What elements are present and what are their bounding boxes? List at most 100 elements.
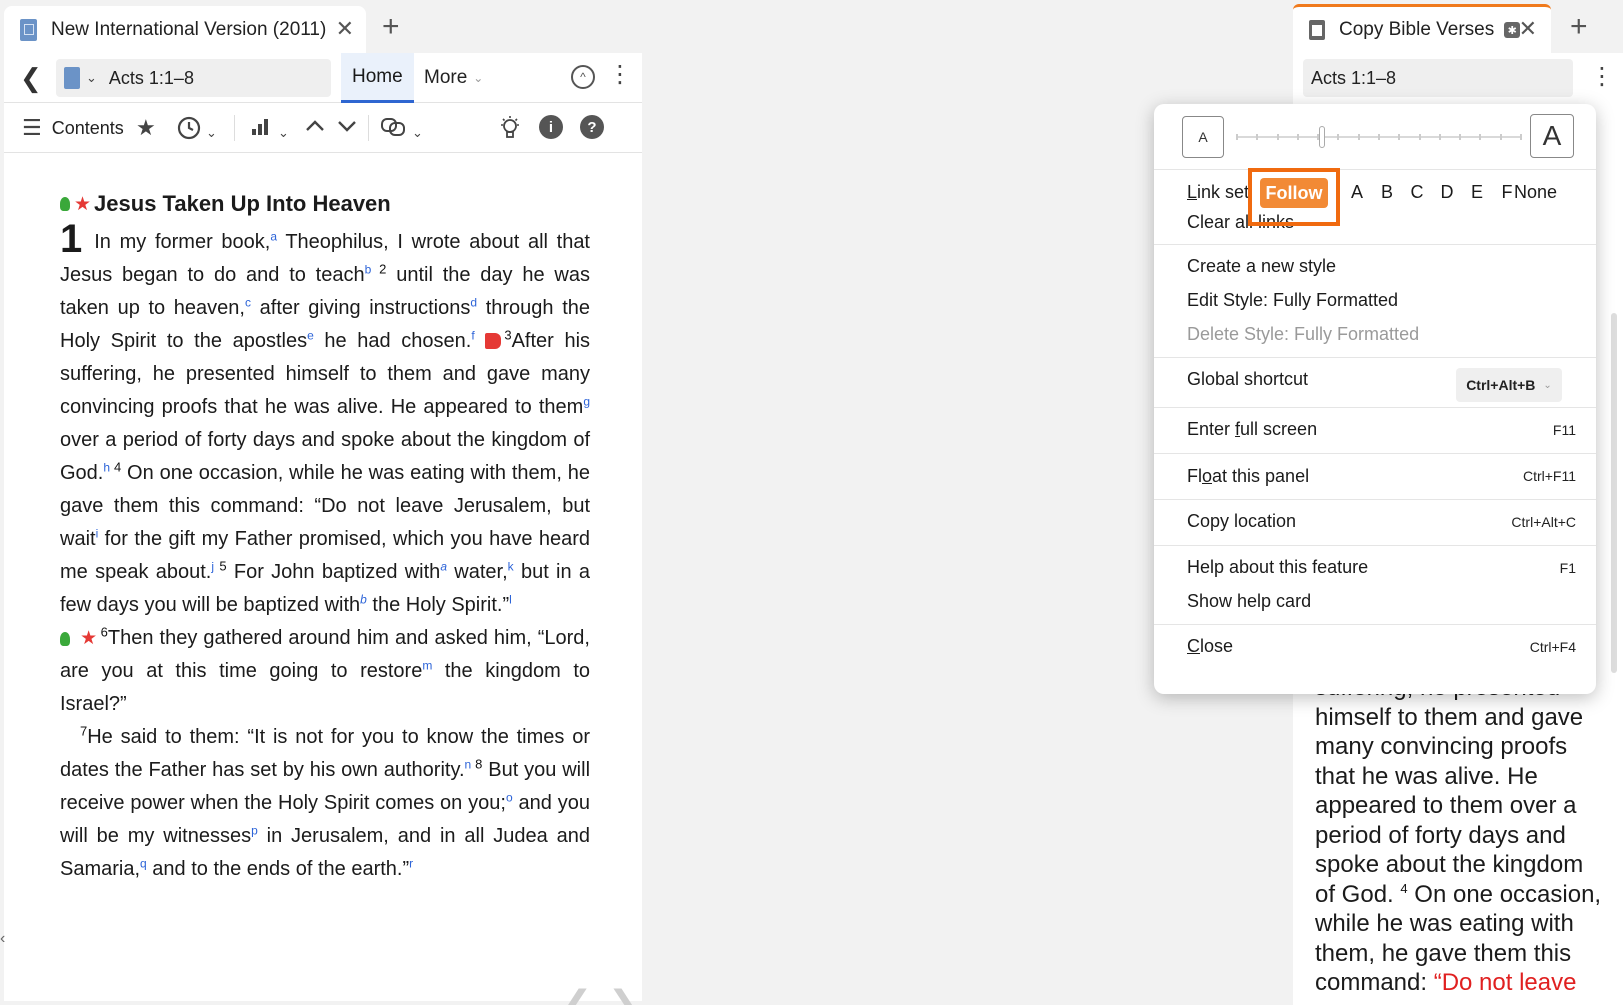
arrow-down-icon[interactable]	[336, 115, 358, 143]
verse-text: and to the ends of the earth.”	[146, 858, 410, 880]
menu-divider	[1154, 624, 1596, 625]
bible-panel: ❮ ⌄ Acts 1:1–8 Home More ⌄ ^ ⋮ ☰ Content…	[4, 53, 642, 1005]
previous-page-icon[interactable]: ❮	[562, 983, 592, 1005]
footnote-link[interactable]: r	[409, 856, 413, 870]
footnote-link[interactable]: g	[583, 394, 590, 408]
footnote-link[interactable]: e	[307, 328, 314, 342]
create-style-item[interactable]: Create a new style	[1187, 256, 1336, 277]
link-set-label-text: ink set	[1197, 182, 1250, 202]
slider-handle[interactable]	[1318, 126, 1325, 148]
toolbar-divider	[368, 115, 369, 141]
tab-title: New International Version (2011)	[51, 18, 327, 40]
tab-copy-bible-verses[interactable]: Copy Bible Verses ✱ ✕	[1293, 4, 1551, 53]
footnote-link[interactable]: a	[270, 229, 277, 243]
collapse-handle-icon[interactable]: ‹	[0, 930, 5, 948]
book-icon	[20, 18, 37, 41]
edit-style-item[interactable]: Edit Style: Fully Formatted	[1187, 290, 1398, 311]
close-item[interactable]: Close	[1187, 636, 1233, 657]
lightbulb-marker-icon[interactable]	[60, 631, 70, 646]
menu-divider	[1154, 244, 1596, 245]
shortcut-f1: F1	[1559, 560, 1576, 576]
menu-divider	[1154, 357, 1596, 358]
contents-button[interactable]: ☰ Contents	[22, 115, 124, 141]
history-icon[interactable]	[176, 115, 202, 147]
copy-location-item[interactable]: Copy location	[1187, 511, 1296, 532]
chevron-down-icon[interactable]: ⌄	[86, 70, 97, 86]
chevron-down-icon[interactable]: ⌄	[206, 120, 217, 146]
verse-number: 2	[371, 261, 387, 277]
arrow-up-icon[interactable]	[304, 115, 326, 143]
global-shortcut-value: Ctrl+Alt+B	[1466, 377, 1536, 393]
close-tab-icon[interactable]: ✕	[336, 16, 354, 42]
footnote-link[interactable]: f	[471, 328, 474, 342]
star-marker-icon[interactable]: ★	[74, 193, 91, 216]
heading-text: Jesus Taken Up Into Heaven	[94, 191, 391, 216]
chevron-down-icon[interactable]: ⌄	[412, 120, 423, 146]
star-marker-icon[interactable]: ★	[80, 628, 98, 649]
chevron-down-icon: ⌄	[1543, 379, 1552, 391]
lightbulb-marker-icon[interactable]	[60, 197, 70, 211]
kebab-menu-icon[interactable]: ⋮	[608, 63, 632, 87]
verse-number: 3	[504, 327, 512, 343]
link-set-c[interactable]: C	[1402, 182, 1432, 203]
link-icon[interactable]	[380, 115, 406, 145]
chevron-down-icon: ⌄	[473, 71, 484, 85]
tab-more-label: More	[424, 67, 468, 88]
verse-text: In my former book,	[94, 231, 271, 253]
slider-ticks	[1236, 134, 1522, 140]
link-set-none[interactable]: None	[1514, 182, 1557, 203]
verse-text: after giving instructions	[250, 297, 471, 319]
increase-font-button[interactable]: A	[1530, 114, 1574, 158]
reference-box[interactable]: ⌄ Acts 1:1–8	[56, 59, 331, 97]
footnote-link[interactable]: m	[422, 658, 432, 672]
decrease-font-button[interactable]: A	[1182, 116, 1224, 158]
tab-more[interactable]: More ⌄	[424, 53, 483, 103]
link-set-e[interactable]: E	[1462, 182, 1492, 203]
link-set-d[interactable]: D	[1432, 182, 1462, 203]
float-panel-item[interactable]: Float this panel	[1187, 466, 1309, 487]
star-icon[interactable]: ★	[136, 115, 156, 141]
show-help-card-item[interactable]: Show help card	[1187, 591, 1311, 612]
tab-niv[interactable]: New International Version (2011) ✕	[4, 6, 366, 53]
lightbulb-icon[interactable]	[498, 115, 522, 147]
link-set-b[interactable]: B	[1372, 182, 1402, 203]
verse-number: 6	[100, 624, 108, 640]
global-shortcut-select[interactable]: Ctrl+Alt+B ⌄	[1456, 368, 1562, 402]
preview-text-body: suffering, he presented himself to them …	[1315, 674, 1584, 908]
paragraph-3: 7He said to them: “It is not for you to …	[60, 721, 590, 886]
resource-icon[interactable]	[64, 67, 80, 89]
link-set-a[interactable]: A	[1342, 182, 1372, 203]
follow-button[interactable]: Follow	[1260, 178, 1328, 208]
reference-input[interactable]: Acts 1:1–8	[109, 68, 194, 89]
back-icon[interactable]: ❮	[20, 63, 42, 94]
footnote-link[interactable]: o	[506, 790, 513, 804]
close-tab-icon[interactable]: ✕	[1519, 16, 1537, 42]
scrollbar[interactable]	[1611, 313, 1617, 673]
footnote-link[interactable]: p	[251, 823, 258, 837]
link-set-label: Link set	[1187, 182, 1250, 202]
enter-full-screen-item[interactable]: Enter full screen	[1187, 419, 1317, 440]
help-icon[interactable]: ?	[580, 115, 604, 139]
footnote-link[interactable]: l	[509, 592, 512, 606]
verse-text: he had chosen.	[313, 330, 472, 352]
font-size-row: A A	[1154, 104, 1596, 170]
footnote-link[interactable]: b	[360, 592, 367, 606]
visual-filter-icon[interactable]	[250, 115, 270, 143]
red-tag-icon[interactable]	[485, 333, 502, 349]
help-feature-item[interactable]: Help about this feature	[1187, 557, 1368, 578]
kebab-menu-icon[interactable]: ⋮	[1590, 62, 1614, 91]
section-heading: ★ Jesus Taken Up Into Heaven	[60, 191, 590, 217]
toolbar: ☰ Contents ★ ⌄ ⌄ ⌄ i ?	[4, 103, 642, 153]
footnote-link[interactable]: q	[140, 856, 147, 870]
scroll-up-icon[interactable]: ^	[571, 65, 595, 89]
add-tab-icon[interactable]: +	[382, 10, 400, 44]
next-page-icon[interactable]: ❯	[608, 983, 638, 1005]
reference-input[interactable]: Acts 1:1–8	[1303, 59, 1573, 97]
tab-home[interactable]: Home	[341, 53, 414, 103]
verse-number: 4	[110, 459, 122, 475]
add-tab-icon[interactable]: +	[1570, 10, 1588, 44]
footnote-link[interactable]: a	[440, 559, 447, 573]
chevron-down-icon[interactable]: ⌄	[278, 120, 289, 146]
info-icon[interactable]: i	[539, 115, 563, 139]
menu-divider	[1154, 453, 1596, 454]
